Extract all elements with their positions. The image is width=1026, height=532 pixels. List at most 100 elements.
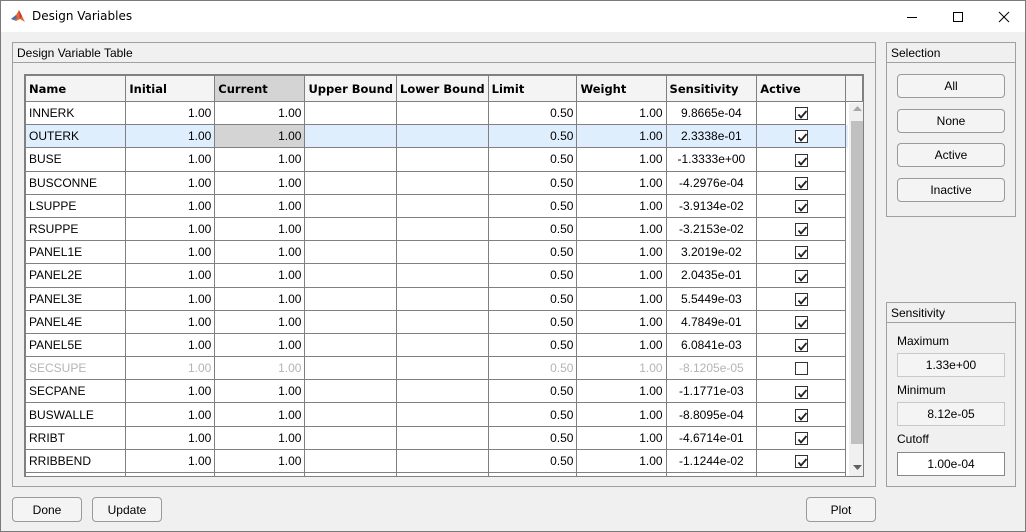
cell-lower-bound[interactable]: [396, 379, 489, 404]
table-row[interactable]: BUSE 1.00 1.00 0.50 1.00 -1.3333e+00: [25, 147, 863, 172]
cell-current[interactable]: 1.00: [214, 147, 306, 172]
cell-limit[interactable]: 0.50: [487, 216, 578, 242]
cell-sensitivity[interactable]: 6.0841e-03: [665, 332, 758, 358]
cell-lower-bound[interactable]: [396, 170, 489, 195]
cell-lower-bound[interactable]: [396, 332, 489, 358]
active-checkbox[interactable]: [794, 107, 808, 121]
table-row[interactable]: RRIBT 1.00 1.00 0.50 1.00 -4.6714e-01: [25, 425, 863, 450]
cell-limit[interactable]: [487, 471, 578, 476]
active-checkbox[interactable]: [794, 408, 808, 422]
cell-initial[interactable]: 1.00: [125, 356, 216, 381]
cell-lower-bound[interactable]: [396, 147, 489, 172]
cell-limit[interactable]: 0.50: [487, 379, 578, 404]
table-row[interactable]: BUSWALLE 1.00 1.00 0.50 1.00 -8.8095e-04: [25, 402, 863, 427]
column-header-active[interactable]: Active: [756, 75, 847, 102]
cell-weight[interactable]: 1.00: [576, 309, 667, 334]
cell-initial[interactable]: 1.00: [125, 425, 216, 450]
table-row[interactable]: [25, 471, 863, 476]
cell-sensitivity[interactable]: -4.2976e-04: [665, 170, 758, 195]
cell-initial[interactable]: 1.00: [125, 448, 216, 474]
cell-initial[interactable]: 1.00: [125, 286, 216, 311]
cell-upper-bound[interactable]: [304, 425, 398, 450]
column-header-initial[interactable]: Initial: [125, 75, 216, 102]
cell-lower-bound[interactable]: [396, 356, 489, 381]
select-active-button[interactable]: Active: [897, 143, 1005, 167]
cell-lower-bound[interactable]: [396, 100, 489, 126]
cell-upper-bound[interactable]: [304, 448, 398, 474]
cell-sensitivity[interactable]: 4.7849e-01: [665, 309, 758, 334]
table-row[interactable]: RSUPPE 1.00 1.00 0.50 1.00 -3.2153e-02: [25, 216, 863, 242]
cell-limit[interactable]: 0.50: [487, 448, 578, 474]
cell-upper-bound[interactable]: [304, 100, 398, 126]
cell-current[interactable]: 1.00: [214, 448, 306, 474]
active-checkbox[interactable]: [794, 455, 808, 469]
cell-limit[interactable]: 0.50: [487, 100, 578, 126]
table-row[interactable]: RRIBBEND 1.00 1.00 0.50 1.00 -1.1244e-02: [25, 448, 863, 474]
cell-limit[interactable]: 0.50: [487, 263, 578, 288]
active-checkbox[interactable]: [794, 362, 808, 376]
column-header-sensitivity[interactable]: Sensitivity: [665, 75, 758, 102]
cell-weight[interactable]: 1.00: [576, 147, 667, 172]
scroll-down-arrow-icon[interactable]: [853, 465, 862, 471]
close-button[interactable]: [981, 1, 1026, 32]
column-header-upper-bound[interactable]: Upper Bound: [304, 75, 398, 102]
cell-current[interactable]: 1.00: [214, 309, 306, 334]
cell-upper-bound[interactable]: [304, 332, 398, 358]
active-checkbox[interactable]: [794, 246, 808, 260]
cell-upper-bound[interactable]: [304, 147, 398, 172]
cell-initial[interactable]: 1.00: [125, 170, 216, 195]
plot-button[interactable]: Plot: [806, 497, 876, 522]
cell-upper-bound[interactable]: [304, 309, 398, 334]
cell-sensitivity[interactable]: -8.8095e-04: [665, 402, 758, 427]
cell-initial[interactable]: 1.00: [125, 193, 216, 218]
cell-current[interactable]: 1.00: [214, 124, 306, 149]
cell-initial[interactable]: 1.00: [125, 240, 216, 265]
cell-limit[interactable]: 0.50: [487, 124, 578, 149]
cell-lower-bound[interactable]: [396, 471, 489, 476]
table-row[interactable]: LSUPPE 1.00 1.00 0.50 1.00 -3.9134e-02: [25, 193, 863, 218]
active-checkbox[interactable]: [794, 176, 808, 190]
cell-initial[interactable]: [125, 471, 216, 476]
cell-sensitivity[interactable]: -3.2153e-02: [665, 216, 758, 242]
cell-current[interactable]: 1.00: [214, 193, 306, 218]
column-header-current[interactable]: Current: [214, 75, 306, 102]
cell-current[interactable]: 1.00: [214, 286, 306, 311]
cell-sensitivity[interactable]: 9.8665e-04: [665, 100, 758, 126]
cell-upper-bound[interactable]: [304, 216, 398, 242]
cell-weight[interactable]: 1.00: [576, 402, 667, 427]
cell-upper-bound[interactable]: [304, 170, 398, 195]
cell-upper-bound[interactable]: [304, 263, 398, 288]
cell-weight[interactable]: 1.00: [576, 332, 667, 358]
cell-weight[interactable]: 1.00: [576, 448, 667, 474]
active-checkbox[interactable]: [794, 431, 808, 445]
scrollbar-thumb[interactable]: [851, 121, 863, 444]
cell-weight[interactable]: 1.00: [576, 379, 667, 404]
table-row[interactable]: PANEL3E 1.00 1.00 0.50 1.00 5.5449e-03: [25, 286, 863, 311]
cell-weight[interactable]: 1.00: [576, 193, 667, 218]
cell-current[interactable]: 1.00: [214, 100, 306, 126]
cell-sensitivity[interactable]: 3.2019e-02: [665, 240, 758, 265]
cell-weight[interactable]: 1.00: [576, 425, 667, 450]
cell-sensitivity[interactable]: -1.1771e-03: [665, 379, 758, 404]
cell-initial[interactable]: 1.00: [125, 263, 216, 288]
cell-current[interactable]: 1.00: [214, 240, 306, 265]
table-row[interactable]: SECPANE 1.00 1.00 0.50 1.00 -1.1771e-03: [25, 379, 863, 404]
table-row[interactable]: PANEL5E 1.00 1.00 0.50 1.00 6.0841e-03: [25, 332, 863, 358]
cell-lower-bound[interactable]: [396, 286, 489, 311]
cell-upper-bound[interactable]: [304, 193, 398, 218]
cell-limit[interactable]: 0.50: [487, 402, 578, 427]
cell-weight[interactable]: [576, 471, 667, 476]
cell-current[interactable]: 1.00: [214, 263, 306, 288]
cell-weight[interactable]: 1.00: [576, 356, 667, 381]
cell-limit[interactable]: 0.50: [487, 286, 578, 311]
table-row[interactable]: OUTERK 1.00 1.00 0.50 1.00 2.3338e-01: [25, 124, 863, 149]
active-checkbox[interactable]: [794, 385, 808, 399]
done-button[interactable]: Done: [12, 497, 82, 522]
active-checkbox[interactable]: [794, 269, 808, 283]
cell-current[interactable]: 1.00: [214, 356, 306, 381]
maximize-button[interactable]: [935, 1, 981, 32]
scroll-up-arrow-icon[interactable]: [853, 106, 862, 112]
table-row[interactable]: SECSUPE 1.00 1.00 0.50 1.00 -8.1205e-05: [25, 356, 863, 381]
cell-initial[interactable]: 1.00: [125, 147, 216, 172]
cell-current[interactable]: 1.00: [214, 379, 306, 404]
